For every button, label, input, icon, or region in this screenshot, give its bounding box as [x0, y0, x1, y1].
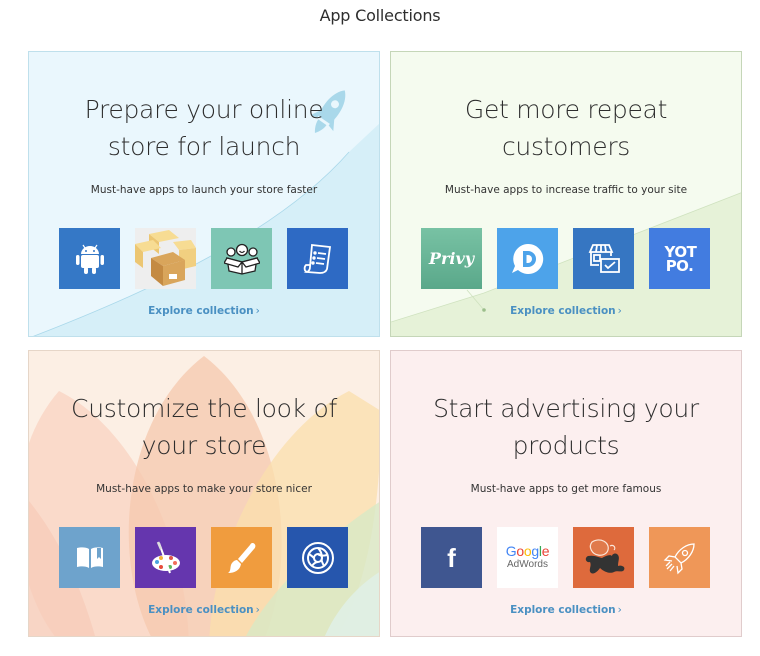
app-tile-invoice[interactable] — [287, 228, 348, 289]
collection-title: Prepare your online store for launch — [84, 95, 324, 161]
adwords-label: AdWords — [507, 559, 548, 570]
paintbrush-icon — [227, 542, 255, 573]
page-title: App Collections — [319, 6, 441, 25]
collection-subtitle: Must-have apps to get more famous — [470, 483, 662, 495]
explore-link-label: Explore collection — [510, 305, 616, 317]
chevron-right-icon: › — [255, 305, 260, 317]
app-tile-disqus[interactable] — [497, 228, 558, 289]
explore-link-label: Explore collection — [148, 305, 254, 317]
app-list — [59, 228, 348, 289]
book-icon — [76, 546, 103, 568]
storefront-mail-icon — [588, 243, 620, 273]
android-icon — [75, 244, 104, 274]
explore-collection-link[interactable]: Explore collection › — [29, 604, 379, 616]
collection-subtitle: Must-have apps to increase traffic to yo… — [444, 184, 688, 196]
disqus-logo — [511, 243, 543, 274]
app-tile-google-adwords[interactable]: Google AdWords — [497, 527, 558, 588]
collection-title: Customize the look of your store — [71, 394, 337, 460]
collection-card-repeat-customers[interactable]: Get more repeat customers Must-have apps… — [390, 51, 742, 337]
collection-card-advertising[interactable]: Start advertising your products Must-hav… — [390, 350, 742, 637]
collection-subtitle: Must-have apps to launch your store fast… — [90, 184, 318, 196]
app-list: f Google AdWords — [421, 527, 710, 588]
chevron-right-icon: › — [255, 604, 260, 616]
explore-collection-link[interactable]: Explore collection › — [29, 305, 379, 317]
octopus-icon — [585, 538, 624, 574]
collection-card-customize[interactable]: Customize the look of your store Must-ha… — [28, 350, 380, 637]
google-adwords-logo: Google AdWords — [505, 543, 550, 571]
explore-collection-link[interactable]: Explore collection › — [391, 604, 741, 616]
app-tile-privy[interactable]: Privy — [421, 228, 482, 289]
app-tile-palette[interactable] — [135, 527, 196, 588]
yotpo-logo: YOT PO. — [664, 242, 697, 275]
app-tile-aperture[interactable] — [287, 527, 348, 588]
camera-aperture-icon — [301, 541, 334, 574]
collection-title: Start advertising your products — [433, 394, 699, 460]
explore-link-label: Explore collection — [510, 604, 616, 616]
chevron-right-icon: › — [617, 305, 622, 317]
paint-palette-icon — [151, 540, 180, 573]
boxes-icon — [135, 230, 196, 286]
collection-card-launch[interactable]: Prepare your online store for launch Mus… — [28, 51, 380, 337]
app-tile-android[interactable] — [59, 228, 120, 289]
app-tile-storefront[interactable] — [573, 228, 634, 289]
chevron-right-icon: › — [617, 604, 622, 616]
collection-subtitle: Must-have apps to make your store nicer — [96, 483, 312, 495]
privy-logo: Privy — [428, 248, 475, 268]
app-tile-paintbrush[interactable] — [211, 527, 272, 588]
explore-link-label: Explore collection — [148, 604, 254, 616]
app-list: Privy YOT PO. — [421, 228, 710, 289]
app-tile-smiling-box[interactable] — [211, 228, 272, 289]
app-tile-book[interactable] — [59, 527, 120, 588]
app-list — [59, 527, 348, 588]
smiling-box-icon — [223, 243, 260, 275]
app-tile-facebook[interactable]: f — [421, 527, 482, 588]
invoice-list-icon — [303, 243, 331, 274]
app-tile-yotpo[interactable]: YOT PO. — [649, 228, 710, 289]
app-tile-rocket[interactable] — [649, 527, 710, 588]
app-tile-boxes[interactable] — [135, 228, 196, 289]
rocket-outline-icon — [663, 542, 695, 574]
explore-collection-link[interactable]: Explore collection › — [391, 305, 741, 317]
app-tile-octopus[interactable] — [573, 527, 634, 588]
facebook-logo: f — [447, 542, 456, 573]
collection-title: Get more repeat customers — [464, 95, 668, 161]
